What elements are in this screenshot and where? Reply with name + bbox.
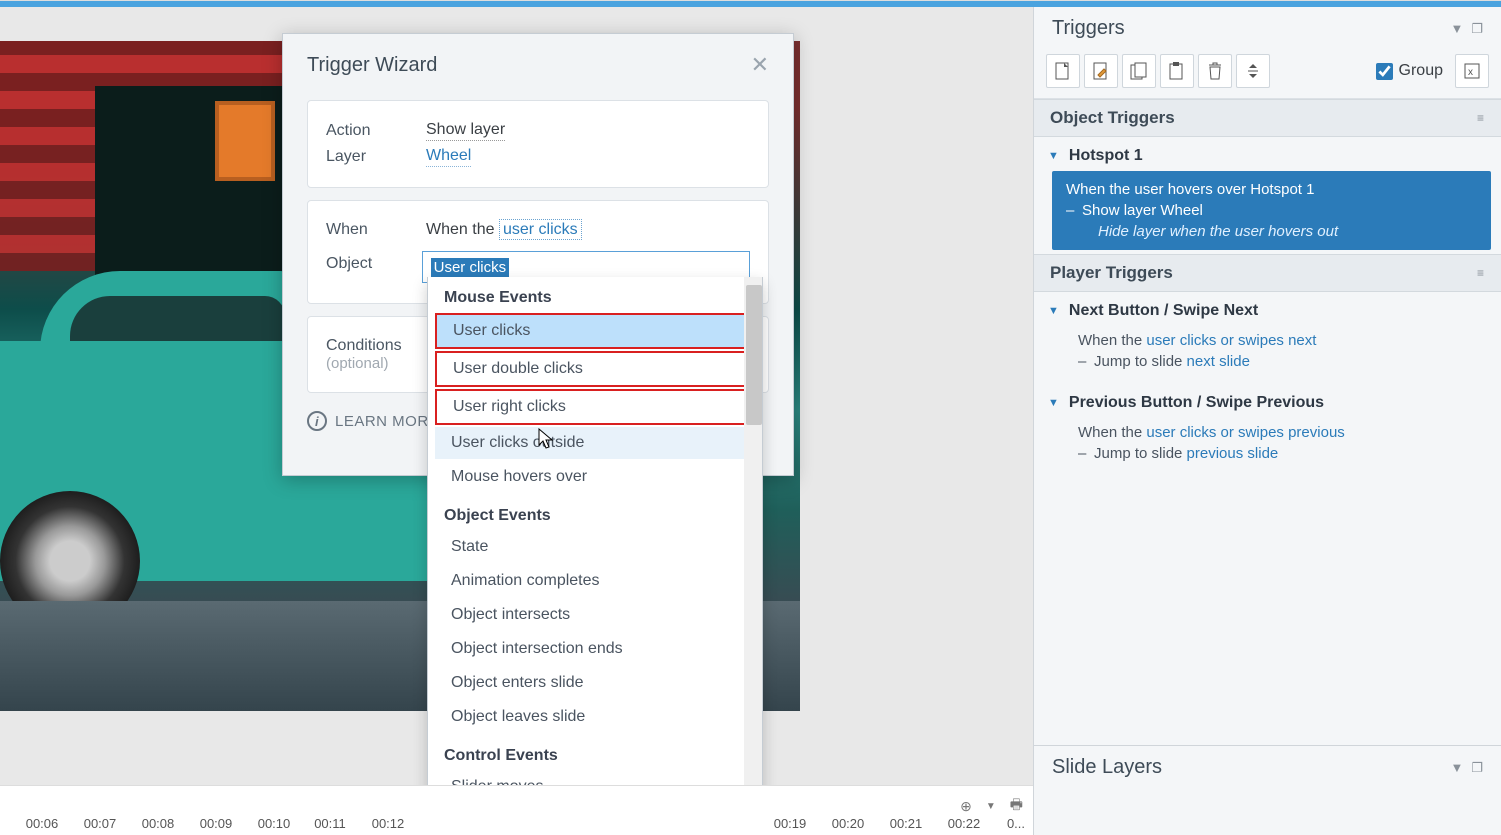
when-text: When the user clicks — [426, 221, 582, 239]
dropdown-group-header: Object Events — [428, 495, 762, 531]
dialog-title: Trigger Wizard — [307, 54, 437, 77]
value-layer[interactable]: Wheel — [426, 147, 471, 167]
group-checkbox[interactable]: Group — [1376, 62, 1443, 80]
slide-layers-title: Slide Layers — [1052, 756, 1162, 779]
trigger-group-previous: ▼ Previous Button / Swipe Previous When … — [1034, 384, 1501, 476]
paste-trigger-button[interactable] — [1160, 54, 1194, 88]
reorder-trigger-button[interactable] — [1236, 54, 1270, 88]
player-triggers-header[interactable]: Player Triggers≡ — [1034, 254, 1501, 292]
app-topbar — [0, 0, 1501, 7]
timeline-tick: 00:08 — [138, 816, 178, 831]
timeline-tick: 00:10 — [254, 816, 294, 831]
timeline-tick: 0... — [996, 816, 1036, 831]
label-when: When — [326, 221, 426, 239]
panel-popout-icon[interactable]: ❐ — [1471, 21, 1483, 37]
timeline-tick: 00:20 — [828, 816, 868, 831]
dropdown-item[interactable]: User clicks — [435, 313, 755, 349]
trigger-item-selected[interactable]: When the user hovers over Hotspot 1 Show… — [1052, 171, 1491, 250]
edit-trigger-button[interactable] — [1084, 54, 1118, 88]
label-object: Object — [326, 255, 424, 273]
combo-selection: User clicks — [431, 258, 510, 277]
timeline-tick: 00:22 — [944, 816, 984, 831]
trigger-item[interactable]: When the user clicks or swipes next Jump… — [1062, 326, 1501, 380]
dropdown-item[interactable]: Object intersects — [435, 599, 755, 631]
delete-trigger-button[interactable] — [1198, 54, 1232, 88]
dropdown-item[interactable]: User double clicks — [435, 351, 755, 387]
timeline-ruler[interactable]: 00:06 00:07 00:08 00:09 00:10 00:11 00:12 00:19… — [10, 809, 1023, 831]
trigger-item[interactable]: When the user clicks or swipes previous … — [1062, 418, 1501, 472]
dropdown-item[interactable]: Mouse hovers over — [435, 461, 755, 493]
copy-trigger-button[interactable] — [1122, 54, 1156, 88]
trigger-group-hotspot1: ▼ Hotspot 1 When the user hovers over Ho… — [1034, 137, 1501, 254]
value-action[interactable]: Show layer — [426, 121, 505, 141]
timeline-tick: 00:11 — [310, 816, 350, 831]
group-checkbox-label: Group — [1399, 62, 1443, 80]
object-triggers-header[interactable]: Object Triggers≡ — [1034, 99, 1501, 137]
trigger-group-title[interactable]: ▼ Next Button / Swipe Next — [1034, 296, 1501, 326]
label-action: Action — [326, 122, 426, 140]
group-checkbox-input[interactable] — [1376, 63, 1393, 80]
dropdown-item[interactable]: User clicks outside — [435, 427, 755, 459]
label-conditions: Conditions (optional) — [326, 337, 426, 372]
variables-button[interactable]: x — [1455, 54, 1489, 88]
timeline-tick: 00:06 — [22, 816, 62, 831]
svg-text:x: x — [1468, 67, 1473, 78]
when-prefix: When the — [426, 221, 499, 238]
timeline-tick: 00:19 — [770, 816, 810, 831]
hamburger-icon[interactable]: ≡ — [1477, 266, 1485, 280]
trigger-group-title[interactable]: ▼ Previous Button / Swipe Previous — [1034, 388, 1501, 418]
triggers-panel: Triggers ▼ ❐ Group x Object Triggers≡ ▼ … — [1033, 7, 1501, 835]
caret-down-icon: ▼ — [1048, 305, 1059, 317]
dropdown-item[interactable]: Object enters slide — [435, 667, 755, 699]
timeline-tick: 00:07 — [80, 816, 120, 831]
info-icon: i — [307, 411, 327, 431]
new-trigger-button[interactable] — [1046, 54, 1080, 88]
dropdown-item[interactable]: Object intersection ends — [435, 633, 755, 665]
orange-sign-graphic — [215, 101, 275, 181]
label-layer: Layer — [326, 148, 426, 166]
panel-popout-icon[interactable]: ❐ — [1471, 760, 1483, 776]
trigger-group-next: ▼ Next Button / Swipe Next When the user… — [1034, 292, 1501, 384]
triggers-panel-title: Triggers — [1052, 17, 1125, 40]
dropdown-group-header: Control Events — [428, 735, 762, 771]
panel-menu-icon[interactable]: ▼ — [1450, 760, 1463, 776]
trigger-group-title[interactable]: ▼ Hotspot 1 — [1034, 141, 1501, 171]
timeline-tick: 00:09 — [196, 816, 236, 831]
timeline-tick: 00:21 — [886, 816, 926, 831]
timeline-tick: 00:12 — [368, 816, 408, 831]
dropdown-item[interactable]: Animation completes — [435, 565, 755, 597]
caret-down-icon: ▼ — [1048, 397, 1059, 409]
dropdown-item[interactable]: User right clicks — [435, 389, 755, 425]
when-link[interactable]: user clicks — [499, 219, 582, 240]
timeline: ⊕ ▼ 🖶 00:0600:0700:0800:0900:1000:1100:1… — [0, 785, 1033, 835]
dropdown-item[interactable]: State — [435, 531, 755, 563]
triggers-toolbar: Group x — [1034, 48, 1501, 99]
hamburger-icon[interactable]: ≡ — [1477, 111, 1485, 125]
panel-menu-icon[interactable]: ▼ — [1450, 21, 1463, 37]
dropdown-item[interactable]: Object leaves slide — [435, 701, 755, 733]
scrollbar-thumb[interactable] — [746, 285, 762, 425]
dropdown-scrollbar[interactable] — [744, 277, 762, 816]
caret-down-icon: ▼ — [1048, 150, 1059, 162]
close-icon[interactable]: ✕ — [751, 52, 769, 78]
event-dropdown[interactable]: Mouse EventsUser clicksUser double click… — [427, 277, 763, 817]
dropdown-group-header: Mouse Events — [428, 277, 762, 313]
